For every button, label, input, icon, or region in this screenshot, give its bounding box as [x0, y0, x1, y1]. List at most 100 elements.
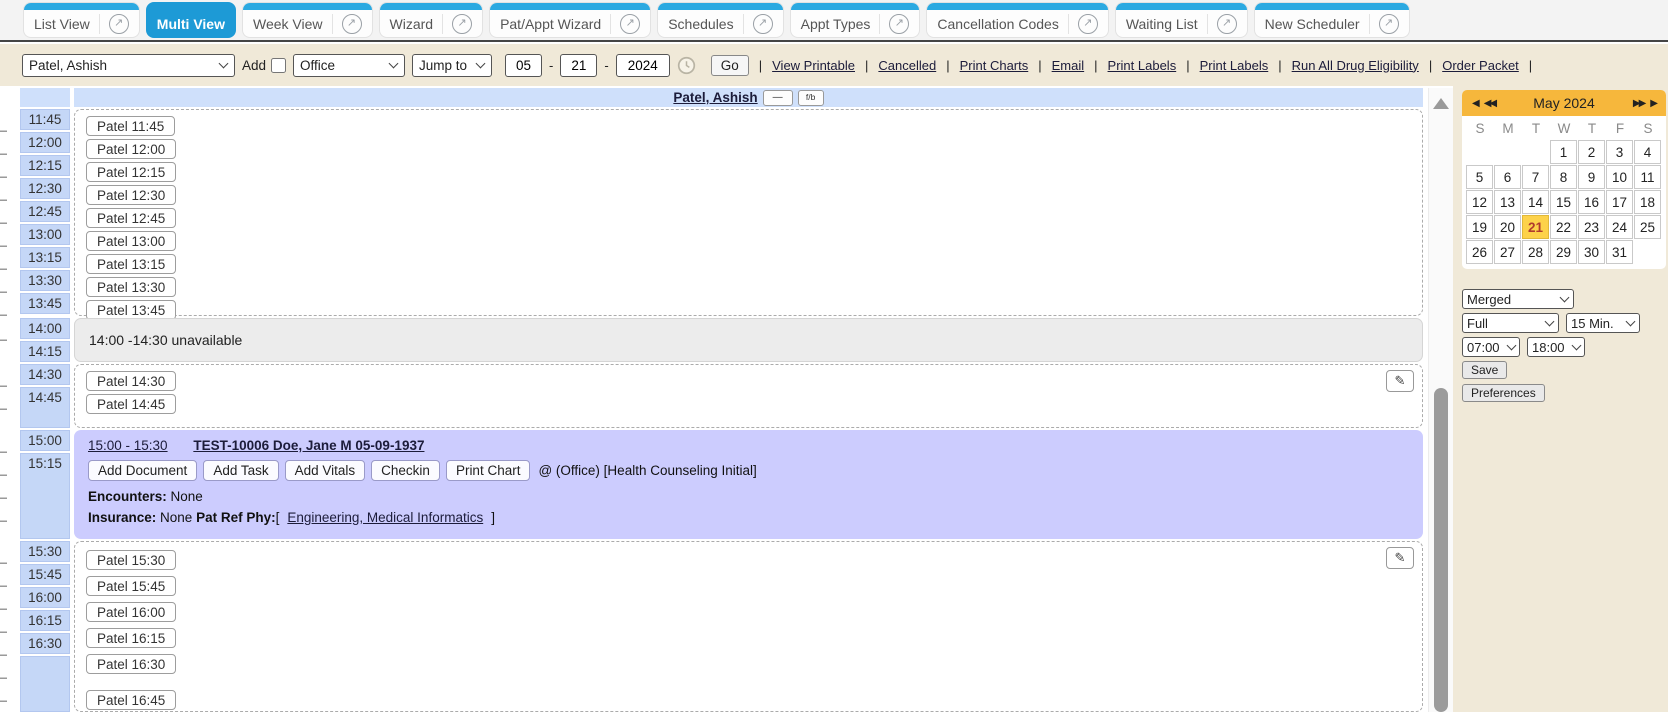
time-cell[interactable]: 16:15: [20, 610, 70, 631]
date-day-input[interactable]: [560, 54, 597, 77]
print-charts-link[interactable]: Print Charts: [960, 58, 1029, 73]
minical-day[interactable]: 5: [1466, 165, 1493, 189]
slot-button[interactable]: Patel 13:15: [86, 254, 176, 274]
interval-select[interactable]: 15 Min.: [1566, 313, 1640, 333]
minical-day[interactable]: 13: [1494, 190, 1521, 214]
minical-day[interactable]: 15: [1550, 190, 1577, 214]
slot-button[interactable]: Patel 12:15: [86, 162, 176, 182]
minical-day[interactable]: 20: [1494, 215, 1521, 239]
add-document-button[interactable]: Add Document: [88, 460, 197, 481]
preferences-button[interactable]: Preferences: [1462, 384, 1545, 402]
minical-day[interactable]: 26: [1466, 240, 1493, 264]
minical-day[interactable]: 22: [1550, 215, 1577, 239]
external-link-icon[interactable]: ↗: [109, 14, 129, 34]
time-cell[interactable]: 13:00: [20, 224, 70, 245]
referring-physician-link[interactable]: Engineering, Medical Informatics: [287, 510, 483, 525]
minical-day[interactable]: 29: [1550, 240, 1577, 264]
next-year-icon[interactable]: ▶▶: [1630, 98, 1647, 109]
time-cell[interactable]: 13:15: [20, 247, 70, 268]
minical-day[interactable]: 9: [1578, 165, 1605, 189]
time-cell[interactable]: 16:30: [20, 633, 70, 654]
view-mode-select[interactable]: Merged: [1462, 289, 1574, 309]
collapse-column-button[interactable]: —: [763, 90, 793, 106]
minical-day[interactable]: 7: [1522, 165, 1549, 189]
time-cell[interactable]: 15:15: [20, 453, 70, 539]
time-cell[interactable]: 14:30: [20, 364, 70, 385]
external-link-icon[interactable]: ↗: [753, 14, 773, 34]
fb-button[interactable]: f/b: [798, 90, 824, 106]
save-button[interactable]: Save: [1462, 361, 1507, 379]
tab-week-view[interactable]: Week View ↗: [243, 3, 372, 37]
minical-day[interactable]: 14: [1522, 190, 1549, 214]
slot-button[interactable]: Patel 16:45: [86, 690, 176, 710]
print-labels-link-2[interactable]: Print Labels: [1200, 58, 1269, 73]
tab-list-view[interactable]: List View ↗: [24, 3, 139, 37]
minical-day[interactable]: 16: [1578, 190, 1605, 214]
print-labels-link[interactable]: Print Labels: [1108, 58, 1177, 73]
next-month-icon[interactable]: ▶: [1647, 98, 1659, 109]
minical-day[interactable]: 3: [1606, 140, 1633, 164]
minical-day[interactable]: 8: [1550, 165, 1577, 189]
layout-select[interactable]: Full: [1462, 313, 1559, 333]
time-cell[interactable]: 16:00: [20, 587, 70, 608]
print-chart-button[interactable]: Print Chart: [446, 460, 531, 481]
slot-button[interactable]: Patel 16:15: [86, 628, 176, 648]
slot-button[interactable]: Patel 15:45: [86, 576, 176, 596]
add-checkbox[interactable]: [271, 58, 286, 73]
slot-button[interactable]: Patel 15:30: [86, 550, 176, 570]
email-link[interactable]: Email: [1052, 58, 1085, 73]
edit-provider-day-button[interactable]: ✎: [1386, 547, 1414, 569]
prev-year-icon[interactable]: ◀◀: [1481, 98, 1498, 109]
prev-month-icon[interactable]: ◀: [1469, 98, 1481, 109]
external-link-icon[interactable]: ↗: [889, 14, 909, 34]
slot-button[interactable]: Patel 12:30: [86, 185, 176, 205]
date-month-input[interactable]: [505, 54, 542, 77]
jump-to-select[interactable]: Jump to: [412, 54, 492, 77]
minical-day[interactable]: 31: [1606, 240, 1633, 264]
tab-wizard[interactable]: Wizard ↗: [380, 3, 483, 37]
external-link-icon[interactable]: ↗: [620, 14, 640, 34]
provider-select[interactable]: Patel, Ashish: [22, 54, 235, 77]
external-link-icon[interactable]: ↗: [1078, 14, 1098, 34]
time-cell[interactable]: 14:15: [20, 341, 70, 362]
minical-day[interactable]: 25: [1634, 215, 1661, 239]
minical-day[interactable]: 18: [1634, 190, 1661, 214]
slot-button[interactable]: Patel 12:00: [86, 139, 176, 159]
time-cell[interactable]: [20, 656, 70, 712]
minical-day[interactable]: 10: [1606, 165, 1633, 189]
scrollbar-thumb[interactable]: [1434, 388, 1448, 712]
date-year-input[interactable]: [616, 54, 670, 77]
tab-appt-types[interactable]: Appt Types ↗: [791, 3, 920, 37]
minical-day[interactable]: 27: [1494, 240, 1521, 264]
minical-day[interactable]: 17: [1606, 190, 1633, 214]
cancelled-link[interactable]: Cancelled: [878, 58, 936, 73]
time-cell[interactable]: 12:30: [20, 178, 70, 199]
minical-day[interactable]: 30: [1578, 240, 1605, 264]
add-vitals-button[interactable]: Add Vitals: [285, 460, 366, 481]
run-drug-eligibility-link[interactable]: Run All Drug Eligibility: [1292, 58, 1419, 73]
minical-day[interactable]: 24: [1606, 215, 1633, 239]
time-cell[interactable]: 12:15: [20, 155, 70, 176]
slot-button[interactable]: Patel 16:30: [86, 654, 176, 674]
external-link-icon[interactable]: ↗: [1379, 14, 1399, 34]
provider-header-link[interactable]: Patel, Ashish: [673, 90, 757, 105]
slot-button[interactable]: Patel 12:45: [86, 208, 176, 228]
slot-button[interactable]: Patel 16:00: [86, 602, 176, 622]
view-printable-link[interactable]: View Printable: [772, 58, 855, 73]
minical-day[interactable]: 11: [1634, 165, 1661, 189]
end-time-select[interactable]: 18:00: [1527, 337, 1585, 357]
slot-button[interactable]: Patel 13:30: [86, 277, 176, 297]
time-cell[interactable]: 12:45: [20, 201, 70, 222]
slot-button[interactable]: Patel 14:45: [86, 394, 176, 414]
facility-select[interactable]: Office: [293, 54, 405, 77]
slot-button[interactable]: Patel 13:45: [86, 300, 176, 320]
external-link-icon[interactable]: ↗: [452, 14, 472, 34]
time-cell[interactable]: 15:45: [20, 564, 70, 585]
add-task-button[interactable]: Add Task: [203, 460, 278, 481]
edit-provider-day-button[interactable]: ✎: [1386, 370, 1414, 392]
time-cell[interactable]: 14:00: [20, 318, 70, 339]
calendar-scrollbar[interactable]: [1428, 88, 1453, 712]
appointment-patient-link[interactable]: TEST-10006 Doe, Jane M 05-09-1937: [193, 438, 424, 453]
tab-schedules[interactable]: Schedules ↗: [658, 3, 782, 37]
minical-day[interactable]: 2: [1578, 140, 1605, 164]
